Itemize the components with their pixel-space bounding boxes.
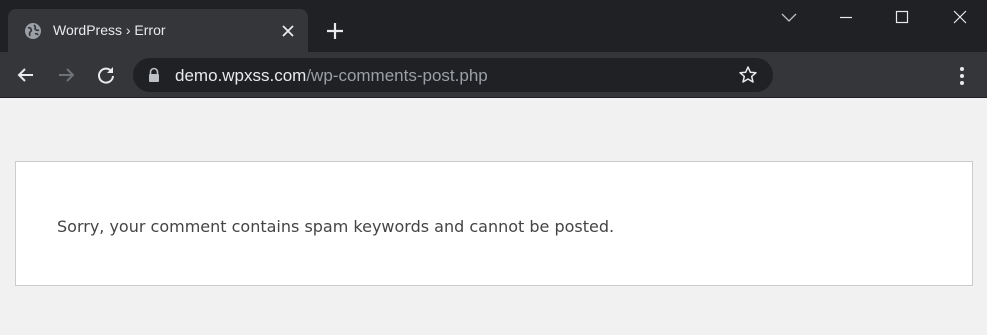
browser-toolbar: demo.wpxss.com/wp-comments-post.php	[0, 52, 987, 98]
url-text[interactable]: demo.wpxss.com/wp-comments-post.php	[175, 66, 488, 86]
url-host: demo.wpxss.com	[175, 66, 307, 85]
lock-icon[interactable]	[147, 67, 161, 83]
tab-strip: WordPress › Error	[0, 0, 987, 52]
globe-icon	[24, 22, 42, 40]
close-icon[interactable]	[278, 21, 298, 41]
minimize-icon[interactable]	[831, 5, 861, 31]
url-path: /wp-comments-post.php	[306, 66, 488, 85]
tab-title: WordPress › Error	[53, 22, 166, 38]
browser-tab[interactable]: WordPress › Error	[8, 9, 308, 52]
reload-icon[interactable]	[93, 62, 119, 88]
error-box: Sorry, your comment contains spam keywor…	[15, 161, 973, 286]
arrow-left-icon[interactable]	[13, 62, 39, 88]
kebab-menu-icon[interactable]	[950, 64, 974, 88]
arrow-right-icon[interactable]	[53, 62, 79, 88]
error-message: Sorry, your comment contains spam keywor…	[57, 217, 615, 236]
plus-icon[interactable]	[322, 18, 348, 44]
address-bar[interactable]: demo.wpxss.com/wp-comments-post.php	[133, 58, 773, 92]
chevron-down-icon[interactable]	[774, 5, 804, 31]
close-icon[interactable]	[945, 5, 975, 31]
maximize-icon[interactable]	[887, 5, 917, 31]
star-icon[interactable]	[738, 65, 758, 85]
